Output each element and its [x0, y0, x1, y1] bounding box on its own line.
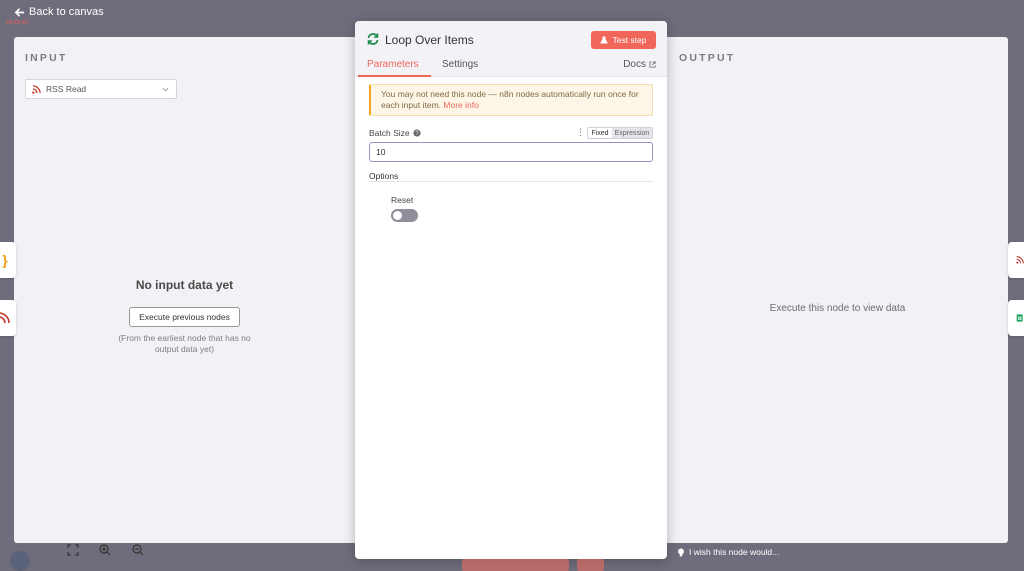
input-heading: INPUT: [25, 52, 68, 64]
rss-icon: [0, 312, 10, 324]
left-node-tab-code[interactable]: }: [0, 242, 16, 278]
options-title: Options: [369, 171, 399, 181]
options-divider: [369, 181, 653, 182]
execute-workflow-button[interactable]: [462, 559, 569, 571]
feedback-text: I wish this node would...: [689, 547, 780, 557]
docs-link[interactable]: Docs: [623, 59, 656, 70]
test-step-label: Test step: [612, 35, 647, 45]
execute-workflow-extra-button[interactable]: [577, 559, 604, 571]
help-circle-icon[interactable]: ?: [413, 129, 421, 137]
external-link-icon: [649, 61, 656, 68]
notice-text: You may not need this node — n8n nodes a…: [381, 89, 639, 110]
back-to-canvas-button[interactable]: Back to canvas: [14, 6, 104, 18]
docs-label: Docs: [623, 59, 646, 70]
right-node-tab-sheets[interactable]: [1008, 300, 1024, 336]
select-value: RSS Read: [46, 84, 87, 94]
more-info-link[interactable]: More info: [443, 100, 478, 110]
left-node-tab-rss[interactable]: [0, 300, 16, 336]
reset-label: Reset: [391, 195, 414, 205]
back-label: Back to canvas: [29, 6, 104, 18]
code-curly-icon: }: [2, 252, 8, 268]
reset-toggle[interactable]: [391, 209, 418, 222]
node-settings-dialog: Loop Over Items Test step Parameters Set…: [355, 21, 667, 559]
node-title[interactable]: Loop Over Items: [385, 33, 474, 47]
output-heading: OUTPUT: [679, 52, 736, 64]
input-node-select[interactable]: RSS Read: [25, 79, 177, 99]
google-sheets-icon: [1016, 314, 1023, 322]
mode-fixed[interactable]: Fixed: [588, 128, 612, 138]
parameter-options-icon[interactable]: ⋮: [576, 128, 585, 139]
zoom-in-icon[interactable]: [99, 544, 111, 556]
flask-icon: [600, 36, 609, 44]
mode-expression[interactable]: Expression: [612, 128, 652, 138]
rss-icon: [32, 84, 41, 94]
loop-refresh-icon: [366, 32, 380, 46]
execute-previous-nodes-button[interactable]: Execute previous nodes: [129, 307, 240, 327]
fit-view-icon[interactable]: [67, 544, 79, 556]
value-mode-toggle: Fixed Expression: [587, 127, 653, 139]
batch-size-label-text: Batch Size: [369, 128, 410, 138]
dialog-header: Loop Over Items Test step Parameters Set…: [355, 21, 667, 77]
right-node-tab-rss[interactable]: [1008, 242, 1024, 278]
input-panel: INPUT RSS Read No input data yet Execute…: [14, 37, 355, 543]
chevron-down-icon: [161, 85, 170, 94]
tab-settings[interactable]: Settings: [442, 59, 478, 77]
batch-size-label: Batch Size ?: [369, 128, 421, 138]
test-step-button[interactable]: Test step: [591, 31, 656, 49]
avatar[interactable]: [10, 551, 30, 571]
batch-size-input[interactable]: [369, 142, 653, 162]
output-panel: OUTPUT Execute this node to view data: [667, 37, 1008, 543]
output-empty-hint: Execute this node to view data: [769, 303, 906, 314]
lightbulb-icon: [678, 548, 684, 556]
loop-notice: You may not need this node — n8n nodes a…: [369, 84, 653, 116]
rss-icon: [1016, 256, 1024, 264]
dialog-tabs: Parameters Settings Docs: [355, 57, 667, 77]
zoom-out-icon[interactable]: [132, 544, 144, 556]
arrow-left-icon: [14, 7, 25, 17]
active-tab-indicator: [358, 75, 431, 77]
feedback-link[interactable]: I wish this node would...: [677, 547, 779, 557]
execute-hint: (From the earliest node that has no outp…: [118, 333, 251, 354]
empty-input-title: No input data yet: [135, 278, 234, 292]
